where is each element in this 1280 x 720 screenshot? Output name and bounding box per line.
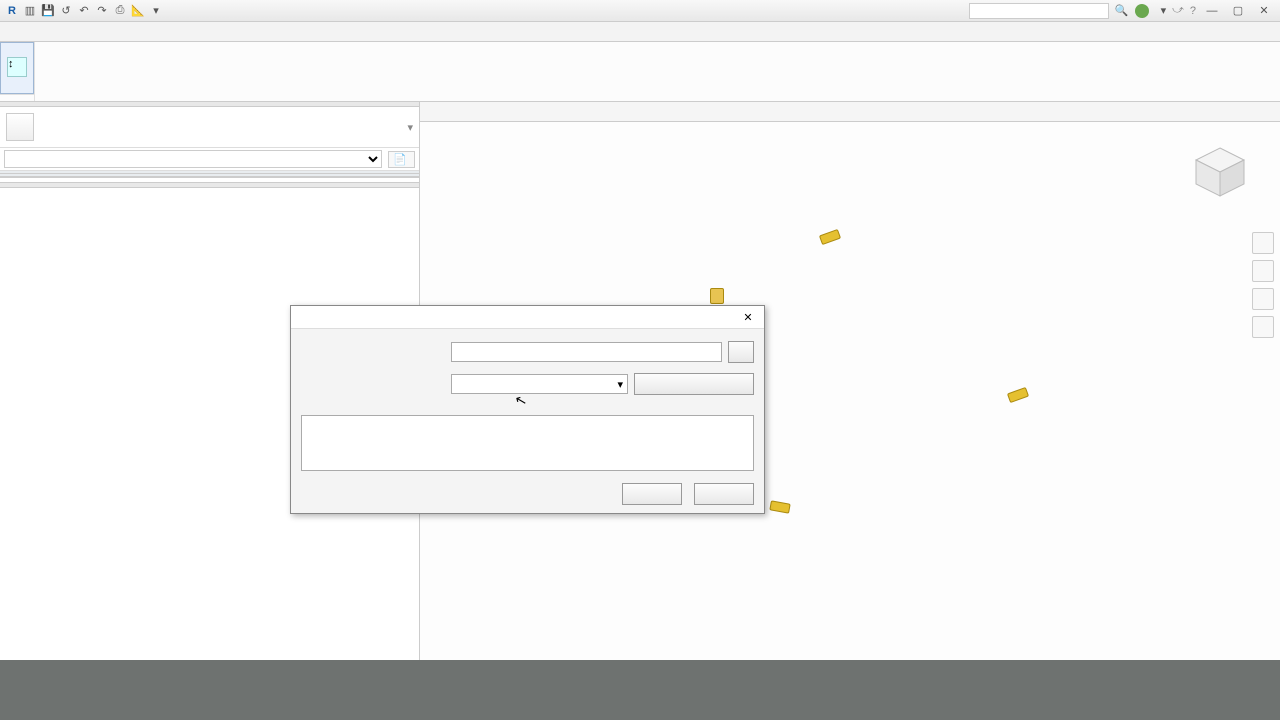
favorites-icon[interactable]: ⤻ (1172, 4, 1184, 17)
modify-setup-button[interactable] (634, 373, 754, 395)
pan-icon[interactable] (1252, 260, 1274, 282)
user-dropdown-icon[interactable]: ▾ (1161, 4, 1167, 17)
qat: R ▥ 💾 ↺ ↶ ↷ ⎙ 📐 ▾ (0, 3, 164, 19)
print-icon[interactable]: ⎙ (112, 3, 128, 19)
cancel-button[interactable] (694, 483, 754, 505)
edit-type-button[interactable]: 📄 (388, 151, 415, 168)
instance-selector-row: 📄 (0, 148, 419, 171)
user-avatar-icon[interactable] (1135, 4, 1149, 18)
redo-icon[interactable]: ↷ (94, 3, 110, 19)
property-type-selector[interactable]: ▾ (0, 107, 419, 148)
view-tabs (420, 102, 1280, 122)
revit-logo-icon: R (4, 3, 20, 19)
undo-icon[interactable]: ↶ (76, 3, 92, 19)
qat-dropdown-icon[interactable]: ▾ (148, 3, 164, 19)
titlebar: R ▥ 💾 ↺ ↶ ↷ ⎙ 📐 ▾ 🔍 ▾ ⤻ ? — ▢ ✕ (0, 0, 1280, 22)
nav-bar (1252, 232, 1274, 338)
ribbon: ↕ (0, 42, 1280, 102)
measure-icon[interactable]: 📐 (130, 3, 146, 19)
extents-section-header[interactable] (0, 174, 419, 177)
select-panel-label[interactable] (0, 94, 34, 101)
orbit-icon[interactable] (1252, 316, 1274, 338)
model-element[interactable] (769, 500, 790, 513)
search-input[interactable] (969, 3, 1109, 19)
setup-selector[interactable]: ▾ (451, 374, 628, 394)
chevron-down-icon: ▾ (617, 378, 623, 391)
ribbon-tabs (0, 22, 1280, 42)
instance-selector[interactable] (4, 150, 382, 168)
view-cube[interactable] (1190, 142, 1250, 202)
edit-type-icon: 📄 (393, 153, 407, 166)
projects-list (301, 415, 754, 471)
view-type-icon (6, 113, 34, 141)
close-button[interactable]: ✕ (1254, 4, 1274, 18)
modify-button[interactable]: ↕ (0, 42, 34, 94)
export-button[interactable] (622, 483, 682, 505)
model-element[interactable] (1007, 387, 1029, 403)
caption-banner (0, 660, 1280, 720)
type-dropdown-icon[interactable]: ▾ (407, 121, 413, 134)
dialog-titlebar[interactable]: ✕ (291, 306, 764, 329)
maximize-button[interactable]: ▢ (1228, 4, 1248, 18)
browse-button[interactable] (728, 341, 754, 363)
zoom-icon[interactable] (1252, 288, 1274, 310)
help-icon[interactable]: ? (1190, 5, 1196, 17)
open-icon[interactable]: ▥ (22, 3, 38, 19)
infocenter-icon[interactable]: 🔍 (1115, 4, 1129, 17)
export-ifc-dialog: ✕ ▾ (290, 305, 765, 514)
steering-wheel-icon[interactable] (1252, 232, 1274, 254)
dialog-close-button[interactable]: ✕ (740, 309, 756, 325)
minimize-button[interactable]: — (1202, 4, 1222, 18)
model-element[interactable] (710, 288, 724, 304)
model-element[interactable] (819, 229, 841, 245)
sync-icon[interactable]: ↺ (58, 3, 74, 19)
save-icon[interactable]: 💾 (40, 3, 56, 19)
file-name-field[interactable] (451, 342, 722, 362)
